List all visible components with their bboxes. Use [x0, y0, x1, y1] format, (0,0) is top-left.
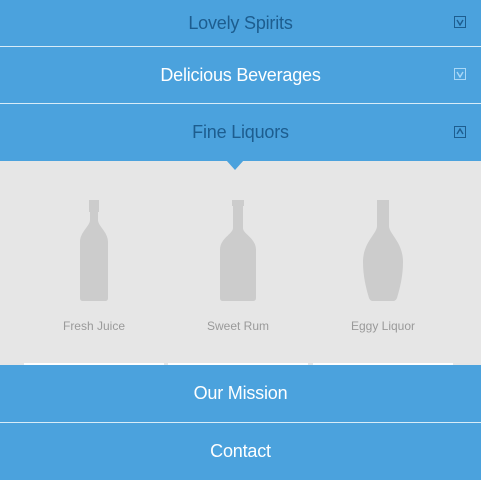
- menu-item-label: Lovely Spirits: [188, 12, 293, 33]
- chevron-up-icon[interactable]: [454, 125, 466, 138]
- menu-item-contact[interactable]: Contact: [0, 423, 481, 480]
- chevron-down-icon[interactable]: [454, 16, 466, 28]
- submenu-panel: Fresh Juice Sweet Rum Eggy Liquor: [0, 161, 481, 365]
- menu-item-lovely-spirits[interactable]: Lovely Spirits: [0, 0, 481, 46]
- product-eggy-liquor[interactable]: Eggy Liquor: [313, 161, 453, 365]
- menu-item-label: Fine Liquors: [192, 122, 289, 142]
- menu-item-label: Contact: [210, 441, 271, 461]
- product-label: Eggy Liquor: [350, 319, 416, 333]
- accordion-menu: Lovely Spirits Delicious Beverages Fine …: [0, 0, 481, 480]
- menu-item-label: Delicious Beverages: [160, 64, 321, 85]
- product-fresh-juice[interactable]: Fresh Juice: [24, 161, 164, 365]
- rum-bottle-icon: [220, 200, 256, 301]
- menu-item-our-mission[interactable]: Our Mission: [0, 365, 481, 422]
- menu-item-label: Our Mission: [193, 383, 288, 403]
- product-sweet-rum[interactable]: Sweet Rum: [168, 161, 308, 365]
- menu-item-delicious-beverages[interactable]: Delicious Beverages: [0, 47, 481, 103]
- chevron-down-icon[interactable]: [454, 68, 466, 80]
- caret-pointer: [226, 160, 244, 170]
- menu-item-fine-liquors[interactable]: Fine Liquors: [0, 104, 481, 161]
- product-label: Fresh Juice: [62, 319, 126, 333]
- liquor-bottle-icon: [363, 200, 403, 301]
- product-label: Sweet Rum: [206, 319, 270, 333]
- juice-bottle-icon: [80, 200, 108, 301]
